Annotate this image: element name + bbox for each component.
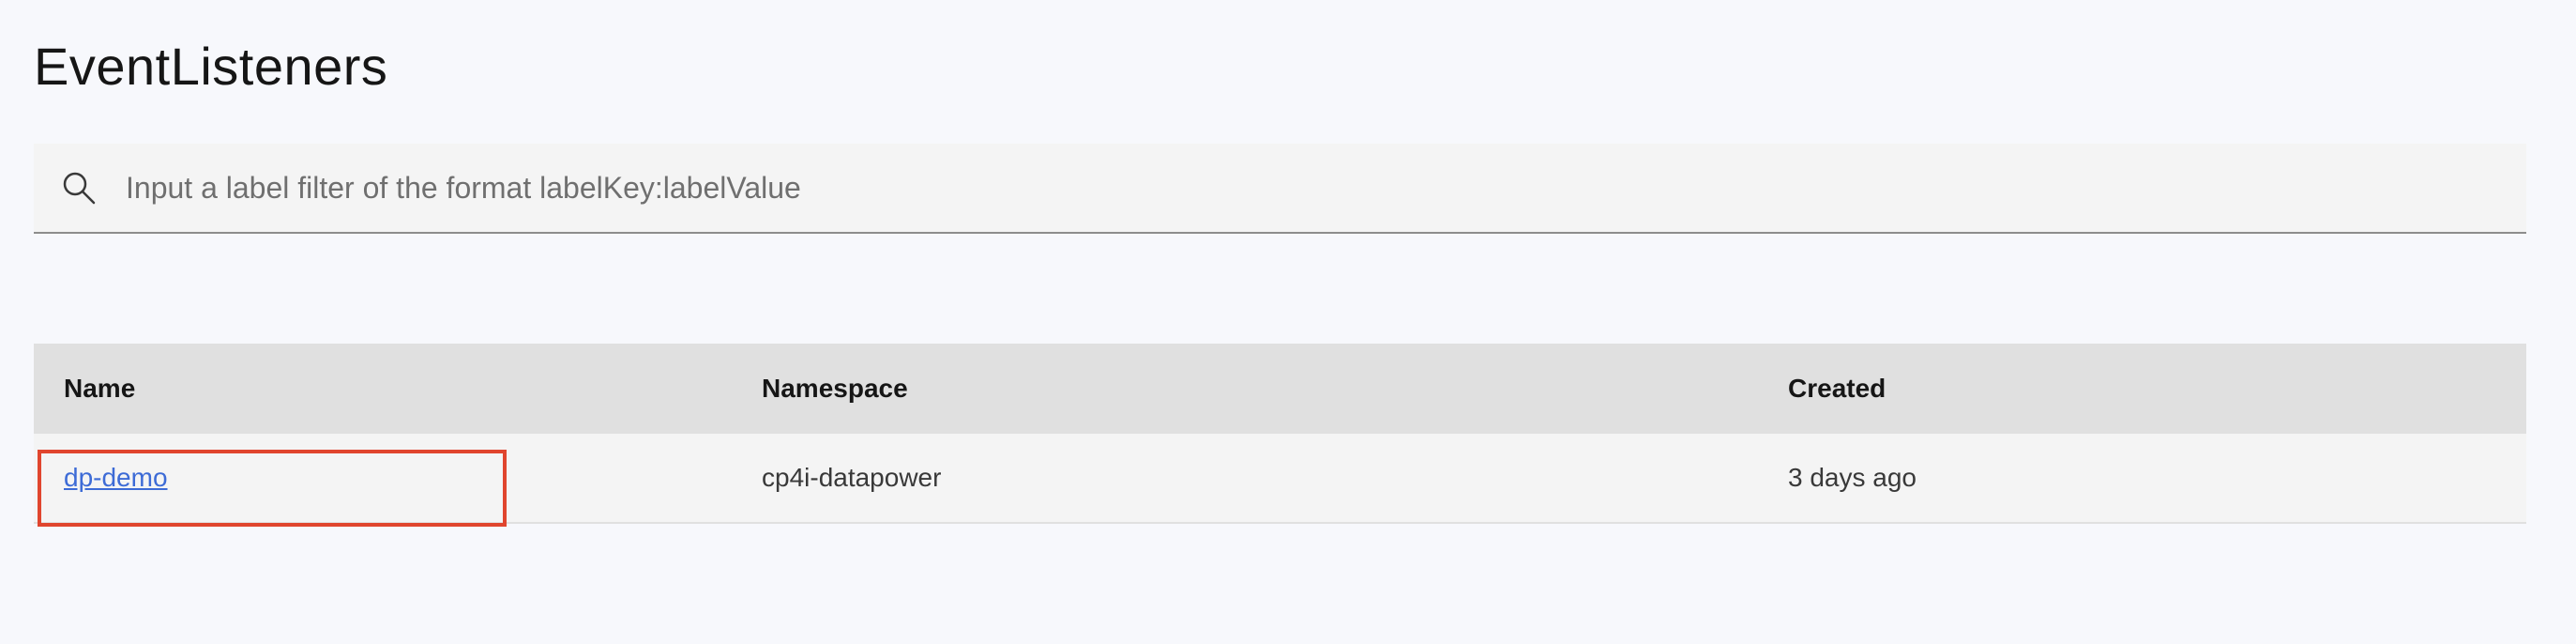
eventlistener-name-link[interactable]: dp-demo: [64, 463, 168, 493]
column-header-created[interactable]: Created: [1788, 374, 1886, 404]
namespace-cell: cp4i-datapower: [762, 463, 942, 492]
search-bar: [34, 144, 2526, 234]
page: EventListeners Name Namespace Created dp…: [0, 0, 2576, 644]
search-icon: [63, 172, 96, 205]
column-header-namespace[interactable]: Namespace: [762, 374, 908, 404]
table-header: Name Namespace Created: [34, 344, 2526, 434]
event-listeners-table: Name Namespace Created dp-demo cp4i-data…: [34, 344, 2526, 524]
column-header-name[interactable]: Name: [64, 374, 135, 404]
table-row: dp-demo cp4i-datapower 3 days ago: [34, 434, 2526, 524]
page-title: EventListeners: [34, 37, 388, 96]
created-cell: 3 days ago: [1788, 463, 1917, 492]
label-filter-input[interactable]: [126, 160, 2526, 216]
